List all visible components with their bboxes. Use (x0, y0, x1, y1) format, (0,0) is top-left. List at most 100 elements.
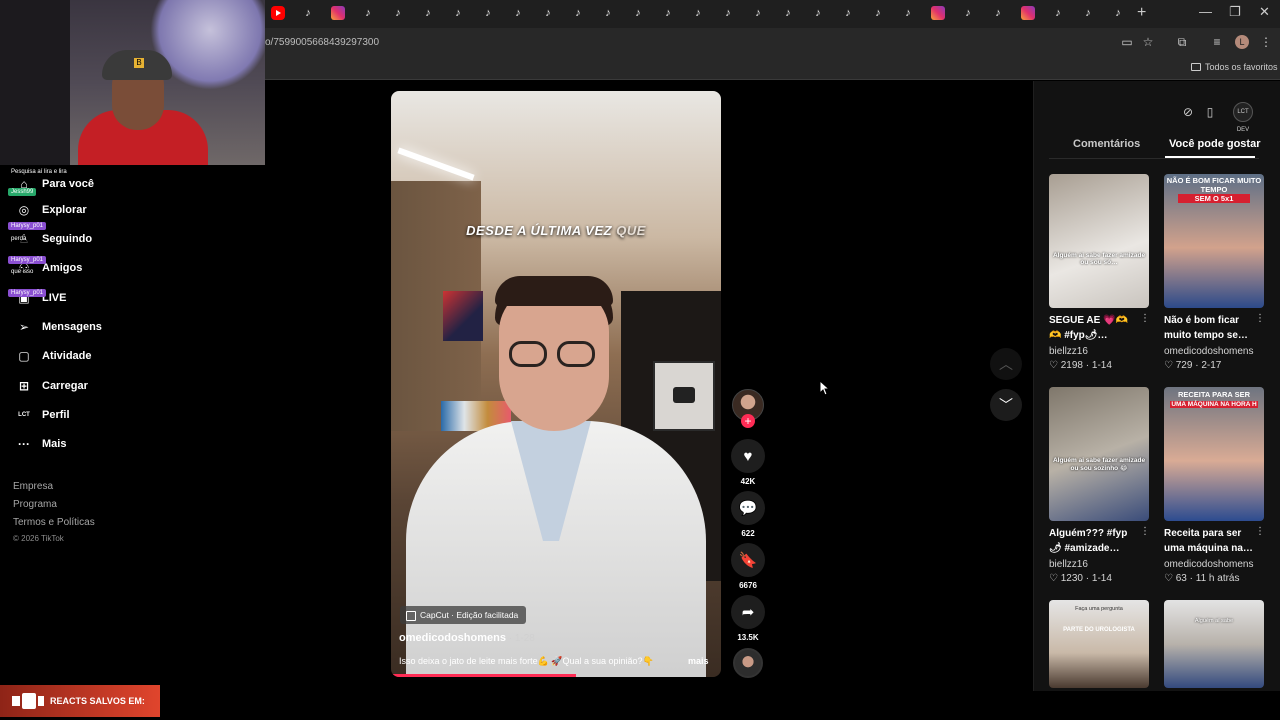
tab-comentarios[interactable]: Comentários (1073, 138, 1140, 150)
tiktok-tab-favicon-icon[interactable] (391, 6, 405, 20)
restore-button[interactable]: ❐ (1229, 4, 1241, 20)
tiktok-tab-favicon-icon[interactable] (991, 6, 1005, 20)
comment-button[interactable]: 💬 (731, 491, 765, 525)
video-doctor-hair-top (495, 276, 613, 306)
tiktok-tab-favicon-icon[interactable] (421, 6, 435, 20)
tiktok-tab-favicon-icon[interactable] (571, 6, 585, 20)
suggested-video-thumbnail[interactable]: RECEITA PARA SER UMA MÁQUINA NA HORA H (1164, 387, 1264, 521)
suggested-video-thumbnail[interactable]: Alguém ai sabe fazer amizade ou sou só… (1049, 174, 1149, 308)
sidebar-item-atividade[interactable]: ▢ Atividade (16, 346, 91, 366)
tiktok-tab-favicon-icon[interactable] (901, 6, 915, 20)
suggested-video-author[interactable]: biellzz16 (1049, 346, 1088, 357)
tiktok-tab-favicon-icon[interactable] (721, 6, 735, 20)
instagram-tab-favicon-icon[interactable] (1021, 6, 1035, 20)
compass-icon: ◎ (18, 203, 30, 217)
tiktok-tab-favicon-icon[interactable] (511, 6, 525, 20)
video-bg-frame (653, 361, 715, 431)
suggested-video-author[interactable]: biellzz16 (1049, 559, 1088, 570)
footer-link-empresa[interactable]: Empresa (13, 481, 53, 492)
menu-icon[interactable]: ⋮ (1259, 35, 1273, 49)
tiktok-tab-favicon-icon[interactable] (601, 6, 615, 20)
video-bg-light (397, 147, 475, 181)
suggested-video-author[interactable]: omedicodoshomens (1164, 346, 1254, 357)
instagram-tab-favicon-icon[interactable] (931, 6, 945, 20)
compass-icon[interactable]: ⊘ (1180, 104, 1196, 120)
share-button[interactable]: ➦ (731, 595, 765, 629)
suggested-video-thumbnail[interactable]: NÃO É BOM FICAR MUITO TEMPO SEM O 5x1 (1164, 174, 1264, 308)
more-options-icon[interactable]: ⋮ (1140, 526, 1150, 537)
previous-video-button[interactable]: ︿ (990, 348, 1022, 380)
sidebar-item-label: Para você (42, 178, 94, 190)
tiktok-tab-favicon-icon[interactable] (961, 6, 975, 20)
save-button[interactable]: 🔖 (731, 543, 765, 577)
capcut-badge[interactable]: CapCut · Edição facilitada (400, 606, 527, 624)
chat-message: que isso (8, 268, 37, 276)
author-name[interactable]: omedicodoshomens (399, 632, 506, 644)
device-icon[interactable]: ▯ (1202, 104, 1218, 120)
tiktok-tab-favicon-icon[interactable] (1111, 6, 1125, 20)
youtube-tab-favicon-icon[interactable] (271, 6, 285, 20)
user-avatar[interactable]: LCT DEV (1233, 102, 1253, 133)
like-button[interactable]: ♥ (731, 439, 765, 473)
tiktok-tab-favicon-icon[interactable] (841, 6, 855, 20)
suggested-video-title[interactable]: Alguém??? #fyp🌶 #amizade… (1049, 526, 1139, 556)
next-video-button[interactable]: ﹀ (990, 389, 1022, 421)
tiktok-tab-favicon-icon[interactable] (541, 6, 555, 20)
tabs-divider (1049, 158, 1259, 159)
sidebar-item-perfil[interactable]: LCT Perfil (16, 405, 69, 425)
caption-text: DESDE A ÚLTIMA VEZ (466, 223, 617, 238)
tiktok-tab-favicon-icon[interactable] (1081, 6, 1095, 20)
tiktok-tab-favicon-icon[interactable] (361, 6, 375, 20)
cast-icon[interactable]: ▭ (1120, 35, 1134, 49)
sidebar-item-mais[interactable]: ··· Mais (16, 434, 66, 454)
video-player[interactable]: DESDE A ÚLTIMA VEZ QUE CapCut · Edição f… (391, 91, 721, 677)
messages-icon: ➢ (18, 320, 30, 334)
suggested-video-thumbnail[interactable]: Faça uma pergunta PARTE DO UROLOGISTA (1049, 600, 1149, 688)
new-tab-button[interactable]: + (1137, 4, 1146, 22)
tiktok-tab-favicon-icon[interactable] (871, 6, 885, 20)
all-bookmarks-button[interactable]: Todos os favoritos (1191, 62, 1278, 72)
tiktok-tab-favicon-icon[interactable] (481, 6, 495, 20)
suggested-video-title[interactable]: SEGUE AE 💗🫶 🫶 #fyp🌶… (1049, 313, 1139, 343)
tiktok-tab-favicon-icon[interactable] (811, 6, 825, 20)
caption-highlight: QUE (616, 223, 646, 238)
music-disc-icon[interactable] (733, 648, 763, 678)
tiktok-tab-favicon-icon[interactable] (451, 6, 465, 20)
sidebar-item-mensagens[interactable]: ➢ Mensagens (16, 317, 102, 337)
tiktok-tab-favicon-icon[interactable] (1051, 6, 1065, 20)
instagram-tab-favicon-icon[interactable] (331, 6, 345, 20)
more-options-icon[interactable]: ⋮ (1140, 313, 1150, 324)
tiktok-tab-favicon-icon[interactable] (691, 6, 705, 20)
tiktok-tab-favicon-icon[interactable] (781, 6, 795, 20)
sidebar-item-carregar[interactable]: ⊞ Carregar (16, 376, 88, 396)
star-icon[interactable]: ☆ (1141, 35, 1155, 49)
follow-button[interactable]: + (741, 414, 755, 428)
sidebar-item-explorar[interactable]: ◎ Explorar (16, 200, 87, 220)
more-options-icon[interactable]: ⋮ (1255, 526, 1265, 537)
video-progress-bar[interactable] (391, 674, 576, 677)
suggested-video-title[interactable]: Receita para ser uma máquina na… (1164, 526, 1254, 556)
tiktok-tab-favicon-icon[interactable] (301, 6, 315, 20)
profile-avatar[interactable]: L (1235, 35, 1249, 49)
thumbnail-subtext: UMA MÁQUINA NA HORA H (1170, 401, 1258, 408)
tiktok-tab-favicon-icon[interactable] (661, 6, 675, 20)
close-window-button[interactable]: ✕ (1259, 4, 1270, 20)
heart-icon: ♡ (1049, 360, 1061, 371)
suggested-video-author[interactable]: omedicodoshomens (1164, 559, 1254, 570)
footer-link-programa[interactable]: Programa (13, 499, 57, 510)
extensions-icon[interactable]: ⧉ (1175, 35, 1189, 49)
video-author[interactable]: omedicodoshomens · 1-28 (399, 632, 535, 644)
minimize-button[interactable]: — (1199, 4, 1212, 19)
tiktok-tab-favicon-icon[interactable] (631, 6, 645, 20)
footer-link-termos[interactable]: Termos e Políticas (13, 517, 95, 528)
reacts-logo-icon (12, 693, 44, 709)
media-icon[interactable]: ≡ (1210, 35, 1224, 49)
tiktok-tab-favicon-icon[interactable] (751, 6, 765, 20)
more-options-icon[interactable]: ⋮ (1255, 313, 1265, 324)
url-text[interactable]: o/7599005668439297300 (265, 37, 379, 48)
suggested-video-thumbnail[interactable]: Alguém ai sabe fazer amizade ou sou sozi… (1049, 387, 1149, 521)
suggested-video-thumbnail[interactable]: Alguém aí sabe (1164, 600, 1264, 688)
suggested-video-title[interactable]: Não é bom ficar muito tempo se… (1164, 313, 1254, 343)
more-button[interactable]: mais (688, 656, 709, 666)
tab-voce-pode-gostar[interactable]: Você pode gostar (1169, 138, 1260, 150)
